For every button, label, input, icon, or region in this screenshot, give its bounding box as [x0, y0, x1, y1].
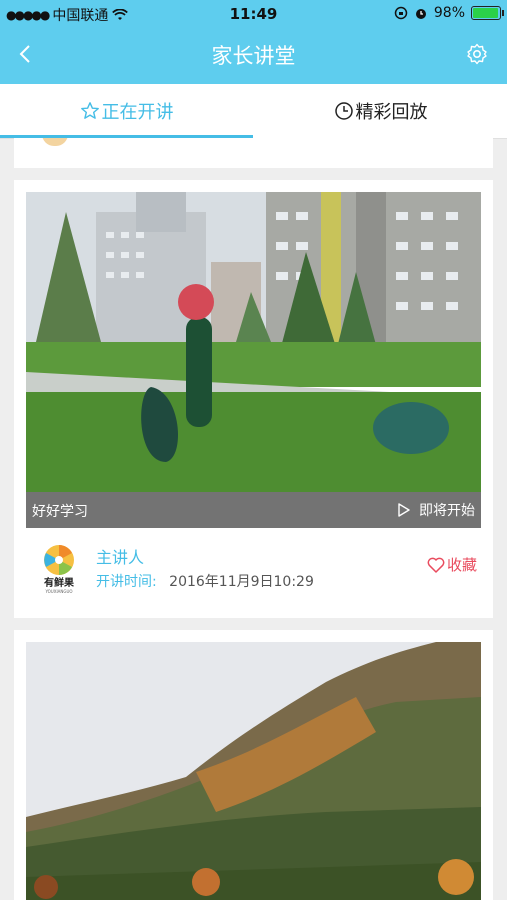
- tab-replay-label: 精彩回放: [355, 102, 428, 123]
- mountain-photo: [26, 642, 481, 900]
- logo-text: 有鲜果: [44, 576, 75, 589]
- heart-outline-icon: [427, 557, 445, 573]
- tab-replay[interactable]: 精彩回放: [254, 84, 507, 138]
- alarm-icon: [415, 9, 426, 19]
- tab-live[interactable]: 正在开讲: [0, 84, 253, 138]
- lecture-time-label: 开讲时间:: [96, 574, 157, 590]
- navigation-bar: 家长讲堂: [0, 26, 507, 84]
- battery-icon: [471, 6, 504, 20]
- lecture-time-value: 2016年11月9日10:29: [169, 574, 314, 590]
- lecture-cover-image-2[interactable]: [26, 642, 481, 900]
- lecture-card-partial[interactable]: [14, 138, 493, 168]
- lecture-time: 开讲时间: 2016年11月9日10:29: [96, 571, 314, 591]
- tab-bar: 正在开讲 精彩回放: [0, 84, 507, 139]
- tab-live-label: 正在开讲: [101, 102, 174, 123]
- cover-overlay: 好好学习 即将开始: [26, 492, 481, 528]
- logo-subtext: YOUXIANGUO: [44, 589, 72, 594]
- clock-icon: [334, 102, 353, 120]
- status-bar: ●●●●● 中国联通 11:49 98%: [0, 0, 507, 26]
- play-icon: [398, 503, 410, 517]
- rotation-lock-icon: [394, 6, 408, 20]
- speaker-logo-partial: [42, 138, 68, 146]
- gear-icon[interactable]: [465, 42, 489, 66]
- page-title: 家长讲堂: [211, 44, 296, 68]
- lecture-status: 即将开始: [397, 500, 475, 520]
- lecture-cover-image[interactable]: 好好学习 即将开始: [26, 192, 481, 528]
- lecture-title: 好好学习: [32, 504, 88, 520]
- lecture-card-2[interactable]: [14, 630, 493, 900]
- favorite-button[interactable]: 收藏: [427, 554, 477, 575]
- status-right: 98%: [394, 5, 504, 21]
- favorite-label: 收藏: [446, 556, 477, 574]
- lecture-status-label: 即将开始: [419, 503, 475, 519]
- battery-percent: 98%: [433, 5, 465, 21]
- lecture-card[interactable]: 好好学习 即将开始 有鲜果 YOUXIANGUO 主讲人 开讲时间: 2016年…: [14, 180, 493, 618]
- speaker-logo: 有鲜果 YOUXIANGUO: [36, 542, 82, 594]
- campus-photo: [26, 192, 481, 492]
- lecture-info: 有鲜果 YOUXIANGUO 主讲人 开讲时间: 2016年11月9日10:29…: [26, 536, 481, 606]
- star-outline-icon: [80, 102, 99, 119]
- speaker-name: 主讲人: [96, 548, 145, 567]
